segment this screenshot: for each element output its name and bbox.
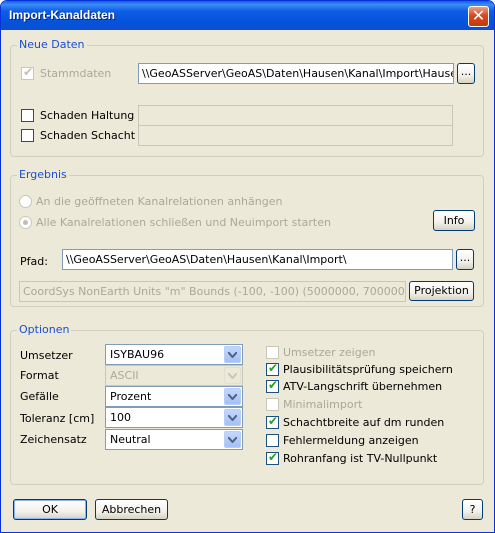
format-value: ASCII — [110, 369, 139, 382]
plausibilitaet-checkbox[interactable]: ✔ — [266, 361, 279, 376]
group-ergebnis-title: Ergebnis — [17, 168, 69, 181]
toleranz-label: Toleranz [cm] — [20, 412, 95, 425]
zeichensatz-value: Neutral — [110, 433, 151, 446]
stammdaten-label: Stammdaten — [40, 67, 112, 80]
fehlermeldung-checkbox[interactable] — [266, 434, 279, 447]
schaden-schacht-checkbox[interactable] — [21, 129, 34, 142]
radio-append[interactable] — [19, 195, 32, 208]
atv-langschrift-checkbox[interactable]: ✔ — [266, 378, 279, 393]
format-select[interactable]: ASCII — [105, 365, 243, 386]
close-button[interactable]: ✕ — [468, 6, 489, 27]
checkmark-icon: ✔ — [268, 361, 279, 375]
schaden-schacht-label: Schaden Schacht — [40, 129, 136, 142]
umsetzer-label: Umsetzer — [20, 349, 73, 362]
stammdaten-checkbox[interactable]: ✔ — [21, 65, 34, 80]
toleranz-value: 100 — [110, 411, 131, 424]
rohranfang-label: Rohranfang ist TV-Nullpunkt — [283, 452, 438, 465]
info-button[interactable]: Info — [433, 210, 475, 231]
umsetzer-select[interactable]: ISYBAU96 — [105, 344, 243, 365]
schaden-schacht-path-field[interactable] — [138, 125, 453, 146]
projection-field[interactable]: CoordSys NonEarth Units "m" Bounds (-100… — [19, 281, 406, 302]
cancel-button[interactable]: Abbrechen — [95, 499, 168, 520]
zeichensatz-label: Zeichensatz — [20, 433, 87, 446]
ok-button[interactable]: OK — [13, 499, 87, 520]
radio-new-import-label: Alle Kanalrelationen schließen und Neuim… — [36, 216, 331, 229]
umsetzer-value: ISYBAU96 — [110, 348, 165, 361]
chevron-down-icon[interactable] — [224, 409, 241, 426]
umsetzer-zeigen-label: Umsetzer zeigen — [283, 346, 376, 359]
schaden-haltung-path-field[interactable] — [138, 105, 453, 126]
group-neue-daten-title: Neue Daten — [17, 38, 87, 51]
checkmark-icon: ✔ — [268, 414, 279, 428]
title-bar[interactable]: Import-Kanaldaten ✕ — [1, 1, 494, 30]
checkmark-icon: ✔ — [268, 450, 279, 464]
rohranfang-checkbox[interactable]: ✔ — [266, 450, 279, 465]
schaden-haltung-label: Schaden Haltung — [40, 109, 135, 122]
chevron-down-icon[interactable] — [224, 367, 241, 384]
pfad-browse-button[interactable]: ... — [456, 249, 474, 270]
chevron-down-icon[interactable] — [224, 388, 241, 405]
pfad-label: Pfad: — [20, 255, 48, 268]
gefaelle-select[interactable]: Prozent — [105, 386, 243, 407]
radio-dot-icon — [23, 220, 28, 225]
schachtbreite-checkbox[interactable]: ✔ — [266, 414, 279, 429]
chevron-down-icon[interactable] — [224, 431, 241, 448]
schachtbreite-label: Schachtbreite auf dm runden — [283, 416, 445, 429]
pfad-field[interactable]: \\GeoASServer\GeoAS\Daten\Hausen\Kanal\I… — [62, 249, 453, 270]
radio-new-import[interactable] — [19, 216, 32, 229]
format-label: Format — [20, 369, 59, 382]
zeichensatz-select[interactable]: Neutral — [105, 429, 243, 450]
fehlermeldung-label: Fehlermeldung anzeigen — [283, 434, 419, 447]
stammdaten-browse-button[interactable]: ... — [457, 63, 475, 84]
schaden-haltung-checkbox[interactable] — [21, 109, 34, 122]
projektion-button[interactable]: Projektion — [409, 281, 474, 301]
group-optionen-title: Optionen — [17, 323, 72, 336]
chevron-down-icon[interactable] — [224, 346, 241, 363]
stammdaten-path-field[interactable]: \\GeoASServer\GeoAS\Daten\Hausen\Kanal\I… — [138, 63, 454, 84]
close-icon: ✕ — [471, 6, 486, 25]
checkmark-icon: ✔ — [23, 65, 34, 79]
umsetzer-zeigen-checkbox[interactable] — [266, 346, 279, 359]
minimalimport-label: Minimalimport — [283, 398, 363, 411]
radio-append-label: An die geöffneten Kanalrelationen anhäng… — [36, 195, 283, 208]
gefaelle-label: Gefälle — [20, 390, 59, 403]
toleranz-select[interactable]: 100 — [105, 407, 243, 428]
gefaelle-value: Prozent — [110, 390, 152, 403]
minimalimport-checkbox[interactable] — [266, 398, 279, 411]
atv-langschrift-label: ATV-Langschrift übernehmen — [283, 380, 443, 393]
import-dialog: Import-Kanaldaten ✕ Neue Daten ✔ Stammda… — [0, 0, 495, 533]
help-button[interactable]: ? — [462, 499, 483, 520]
checkmark-icon: ✔ — [268, 378, 279, 392]
plausibilitaet-label: Plausibilitätsprüfung speichern — [283, 363, 453, 376]
window-title: Import-Kanaldaten — [9, 8, 116, 22]
